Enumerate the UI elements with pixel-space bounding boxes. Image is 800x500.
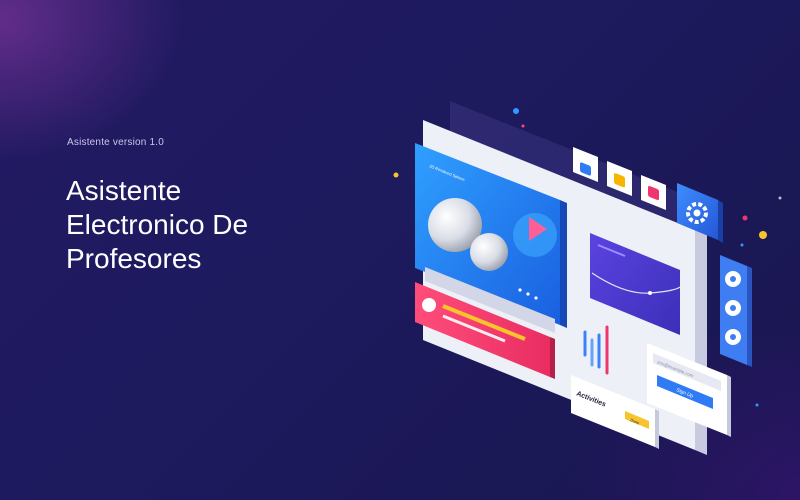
page-title: Asistente Electronico De Profesores [66,174,248,276]
title-line-1: Asistente [66,175,182,206]
title-line-2: Electronico De [66,209,249,240]
title-line-3: Profesores [66,243,202,274]
message-icon [422,298,436,312]
sphere-small [470,233,508,271]
version-label: Asistente version 1.0 [67,137,165,148]
isometric-illustration: 3D Rendered Sphere you@example.com Sign … [393,101,782,455]
side-icon-strip [720,255,752,367]
